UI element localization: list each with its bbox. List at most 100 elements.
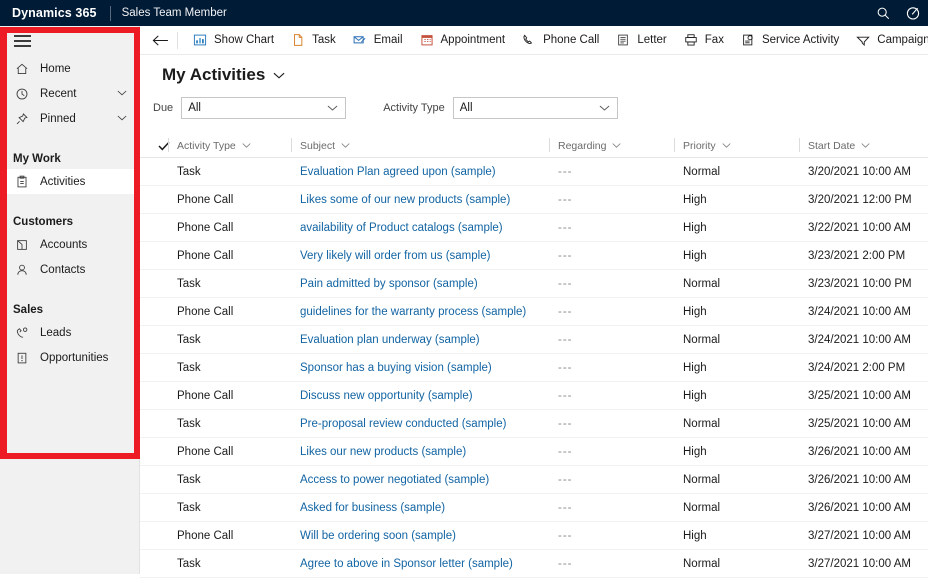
due-filter-select[interactable]: All [181,97,347,119]
table-row[interactable]: Task Pain admitted by sponsor (sample) ---… [140,270,928,298]
sidebar-group-title-my-work: My Work [13,153,61,165]
table-row[interactable]: Phone Call availability of Product catalo… [140,214,928,242]
command-campaign-response[interactable]: Campaign Response [847,26,928,54]
email-icon [352,32,368,48]
chevron-down-icon[interactable] [117,89,127,97]
chevron-down-icon [722,142,731,149]
cell-priority: High [683,530,707,542]
cell-start-date: 3/26/2021 10:00 AM [808,446,911,458]
home-icon [13,61,30,76]
cell-subject-link[interactable]: Asked for business (sample) [300,494,445,522]
table-row[interactable]: Phone Call Likes our new products (sample… [140,438,928,466]
chevron-down-icon[interactable] [273,71,285,80]
activity-type-filter-select[interactable]: All [452,97,618,119]
cell-start-date: 3/25/2021 10:00 AM [808,418,911,430]
table-row[interactable]: Task Evaluation Plan agreed upon (sample)… [140,158,928,186]
cell-regarding: --- [558,166,573,178]
cell-subject-link[interactable]: Discuss new opportunity (sample) [300,382,473,410]
command-label: Phone Call [543,34,600,46]
calendar-icon [419,32,435,48]
sidebar-group-title-sales: Sales [13,304,44,316]
sidebar-item-activities[interactable]: Activities [0,169,139,194]
cell-activity-type: Phone Call [177,250,234,262]
column-header-regarding[interactable]: Regarding [548,133,622,158]
sidebar-item-label: Activities [40,175,86,188]
cell-priority: Normal [683,474,721,486]
table-row[interactable]: Phone Call guidelines for the warranty pr… [140,298,928,326]
cell-regarding: --- [558,222,573,234]
command-appointment[interactable]: Appointment [411,26,514,54]
sidebar-item-home[interactable]: Home [0,56,139,81]
cell-subject-link[interactable]: Very likely will order from us (sample) [300,242,490,270]
cell-subject-link[interactable]: Evaluation plan underway (sample) [300,326,480,354]
cell-regarding: --- [558,250,573,262]
cell-priority: High [683,306,707,318]
back-arrow-icon[interactable] [146,26,174,54]
cell-activity-type: Task [177,474,201,486]
sidebar-item-leads[interactable]: Leads [0,320,139,345]
sidebar-item-contacts[interactable]: Contacts [0,257,139,282]
table-row[interactable]: Task Evaluation plan underway (sample) ---… [140,326,928,354]
sidebar-item-label: Accounts [40,238,88,251]
cell-subject-link[interactable]: Will be ordering soon (sample) [300,522,456,550]
grid-body: Task Evaluation Plan agreed upon (sample)… [140,158,928,578]
cell-subject-link[interactable]: Sponsor has a buying vision (sample) [300,354,492,382]
command-label: Appointment [440,34,506,46]
table-row[interactable]: Phone Call Likes some of our new products… [140,186,928,214]
command-show-chart[interactable]: Show Chart [184,26,282,54]
search-icon[interactable] [868,0,898,26]
sidebar-item-pinned[interactable]: Pinned [0,106,139,131]
check-circle-icon[interactable] [898,0,928,26]
chart-icon [192,32,208,48]
cell-priority: Normal [683,502,721,514]
command-fax[interactable]: Fax [675,26,732,54]
sidebar-item-accounts[interactable]: Accounts [0,232,139,257]
table-row[interactable]: Task Asked for business (sample) --- Normal… [140,494,928,522]
sidebar-item-recent[interactable]: Recent [0,81,139,106]
hamburger-icon[interactable] [14,35,31,47]
table-row[interactable]: Task Access to power negotiated (sample) -… [140,466,928,494]
column-header-subject[interactable]: Subject [290,133,350,158]
sidebar-item-label: Pinned [40,112,76,125]
cell-subject-link[interactable]: Pain admitted by sponsor (sample) [300,270,478,298]
column-header-activity-type[interactable]: Activity Type [168,133,251,158]
command-label: Fax [704,34,724,46]
command-letter[interactable]: Letter [607,26,674,54]
table-row[interactable]: Phone Call Discuss new opportunity (sampl… [140,382,928,410]
cell-subject-link[interactable]: Access to power negotiated (sample) [300,466,489,494]
chevron-down-icon[interactable] [117,114,127,122]
cell-subject-link[interactable]: Evaluation Plan agreed upon (sample) [300,158,496,186]
cell-activity-type: Task [177,334,201,346]
cell-priority: High [683,362,707,374]
sidebar-item-opportunities[interactable]: Opportunities [0,345,139,370]
campaign-icon [855,32,871,48]
command-email[interactable]: Email [344,26,411,54]
command-service-activity[interactable]: Service Activity [732,26,847,54]
column-header-start-date[interactable]: Start Date [798,133,870,158]
column-header-priority[interactable]: Priority [674,133,731,158]
command-bar: Show Chart Task Email Appointment Phone … [140,26,928,55]
view-title[interactable]: My Activities [162,65,285,85]
cell-subject-link[interactable]: Likes our new products (sample) [300,438,466,466]
cell-regarding: --- [558,334,573,346]
cell-subject-link[interactable]: guidelines for the warranty process (sam… [300,298,526,326]
command-phone-call[interactable]: Phone Call [513,26,607,54]
table-row[interactable]: Phone Call Will be ordering soon (sample)… [140,522,928,550]
cell-subject-link[interactable]: availability of Product catalogs (sample… [300,214,503,242]
cell-activity-type: Task [177,502,201,514]
cell-priority: High [683,390,707,402]
cell-activity-type: Phone Call [177,194,234,206]
command-task[interactable]: Task [282,26,344,54]
table-row[interactable]: Task Sponsor has a buying vision (sample)… [140,354,928,382]
table-row[interactable]: Phone Call Very likely will order from us… [140,242,928,270]
column-header-label: Activity Type [177,139,236,152]
person-icon [13,262,30,277]
cell-subject-link[interactable]: Pre-proposal review conducted (sample) [300,410,506,438]
pin-icon [13,111,30,126]
building-icon [13,237,30,252]
cell-priority: High [683,250,707,262]
sidebar-group-title-customers: Customers [13,216,74,228]
table-row[interactable]: Task Pre-proposal review conducted (sampl… [140,410,928,438]
cell-activity-type: Task [177,166,201,178]
cell-subject-link[interactable]: Likes some of our new products (sample) [300,186,510,214]
